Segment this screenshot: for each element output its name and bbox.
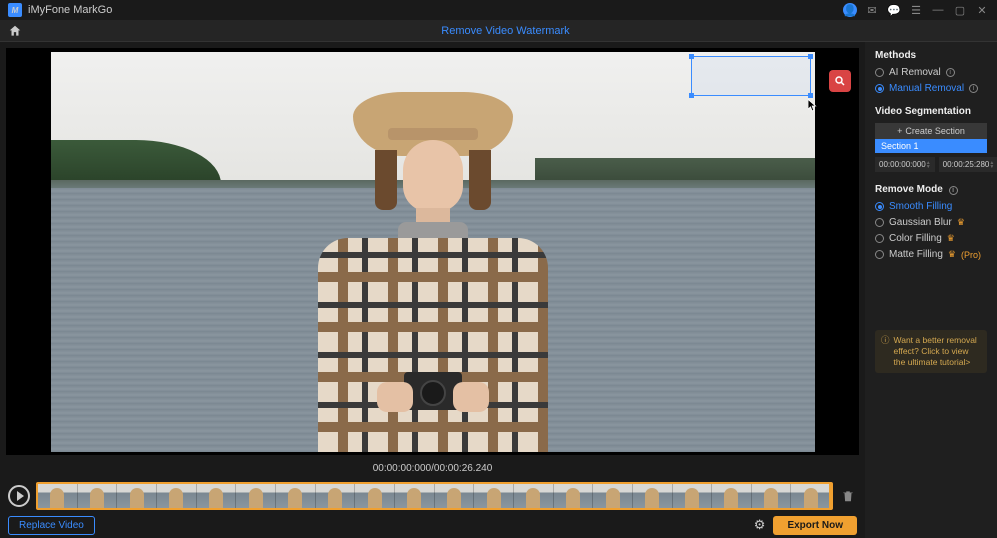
- info-icon[interactable]: i: [949, 186, 958, 195]
- minimize-icon[interactable]: —: [931, 3, 945, 17]
- section-item[interactable]: Section 1: [875, 139, 987, 153]
- preview-area: 00:00:00:000/00:00:26.240 Replace Video …: [0, 42, 865, 538]
- mode-label: Gaussian Blur: [889, 217, 952, 228]
- mode-color-filling[interactable]: Color Filling ♛: [875, 233, 987, 244]
- resize-handle-tl[interactable]: [689, 54, 694, 59]
- page-title: Remove Video Watermark: [441, 25, 569, 37]
- crown-icon: ♛: [948, 249, 956, 260]
- app-name: iMyFone MarkGo: [28, 4, 112, 16]
- create-section-button[interactable]: + Create Section: [875, 123, 987, 139]
- spinner-icon[interactable]: ▲▼: [926, 161, 931, 169]
- info-icon[interactable]: i: [946, 68, 955, 77]
- timeline[interactable]: [36, 482, 833, 510]
- watermark-selection-box[interactable]: [691, 56, 811, 96]
- toolbar: Remove Video Watermark: [0, 20, 997, 42]
- segmentation-title: Video Segmentation: [875, 106, 987, 117]
- radio-icon: [875, 84, 884, 93]
- settings-icon[interactable]: ⚙: [754, 517, 766, 533]
- info-icon[interactable]: i: [969, 84, 978, 93]
- mode-label: Matte Filling: [889, 249, 943, 260]
- radio-icon: [875, 202, 884, 211]
- plus-icon: +: [897, 126, 902, 136]
- mode-label: Smooth Filling: [889, 201, 952, 212]
- mode-smooth-filling[interactable]: Smooth Filling: [875, 201, 987, 212]
- method-manual-removal[interactable]: Manual Removal i: [875, 83, 987, 94]
- delete-button[interactable]: [839, 487, 857, 505]
- radio-icon: [875, 68, 884, 77]
- radio-icon: [875, 234, 884, 243]
- time-display: 00:00:00:000/00:00:26.240: [0, 463, 865, 474]
- app-logo-icon: M: [8, 3, 22, 17]
- sidebar: Methods AI Removal i Manual Removal i Vi…: [865, 42, 997, 538]
- mode-label: Color Filling: [889, 233, 942, 244]
- crown-icon: ♛: [957, 217, 965, 228]
- method-ai-removal[interactable]: AI Removal i: [875, 67, 987, 78]
- video-frame: [51, 52, 815, 452]
- time-value: 00:00:25:280: [943, 160, 990, 169]
- mail-icon[interactable]: ✉: [865, 3, 879, 17]
- tutorial-link[interactable]: ⓘ Want a better removal effect? Click to…: [875, 330, 987, 373]
- methods-title: Methods: [875, 50, 987, 61]
- radio-icon: [875, 250, 884, 259]
- radio-icon: [875, 218, 884, 227]
- menu-icon[interactable]: ☰: [909, 3, 923, 17]
- maximize-icon[interactable]: ▢: [953, 3, 967, 17]
- info-icon: ⓘ: [881, 335, 890, 368]
- spinner-icon[interactable]: ▲▼: [989, 161, 994, 169]
- user-avatar-icon[interactable]: 👤: [843, 3, 857, 17]
- tutorial-text: Want a better removal effect? Click to v…: [894, 335, 981, 368]
- section-end-time-input[interactable]: 00:00:25:280 ▲▼: [939, 157, 997, 172]
- resize-handle-br[interactable]: [808, 93, 813, 98]
- mode-gaussian-blur[interactable]: Gaussian Blur ♛: [875, 217, 987, 228]
- export-button[interactable]: Export Now: [773, 516, 857, 535]
- play-button[interactable]: [8, 485, 30, 507]
- remove-mode-title: Remove Mode i: [875, 184, 987, 195]
- trim-handle-right[interactable]: [829, 482, 833, 510]
- method-label: Manual Removal: [889, 83, 964, 94]
- pro-tag: (Pro): [961, 250, 981, 260]
- crown-icon: ♛: [947, 233, 955, 244]
- resize-handle-tr[interactable]: [808, 54, 813, 59]
- method-label: AI Removal: [889, 67, 941, 78]
- home-icon[interactable]: [8, 24, 22, 38]
- create-section-label: Create Section: [905, 126, 965, 136]
- time-value: 00:00:00:000: [879, 160, 926, 169]
- cursor-icon: [808, 99, 818, 113]
- section-start-time-input[interactable]: 00:00:00:000 ▲▼: [875, 157, 935, 172]
- resize-handle-bl[interactable]: [689, 93, 694, 98]
- mode-matte-filling[interactable]: Matte Filling ♛ (Pro): [875, 249, 987, 260]
- replace-video-button[interactable]: Replace Video: [8, 516, 95, 535]
- zoom-button[interactable]: [829, 70, 851, 92]
- titlebar: M iMyFone MarkGo 👤 ✉ 💬 ☰ — ▢ ✕: [0, 0, 997, 20]
- close-icon[interactable]: ✕: [975, 3, 989, 17]
- video-canvas[interactable]: [6, 48, 859, 455]
- feedback-icon[interactable]: 💬: [887, 3, 901, 17]
